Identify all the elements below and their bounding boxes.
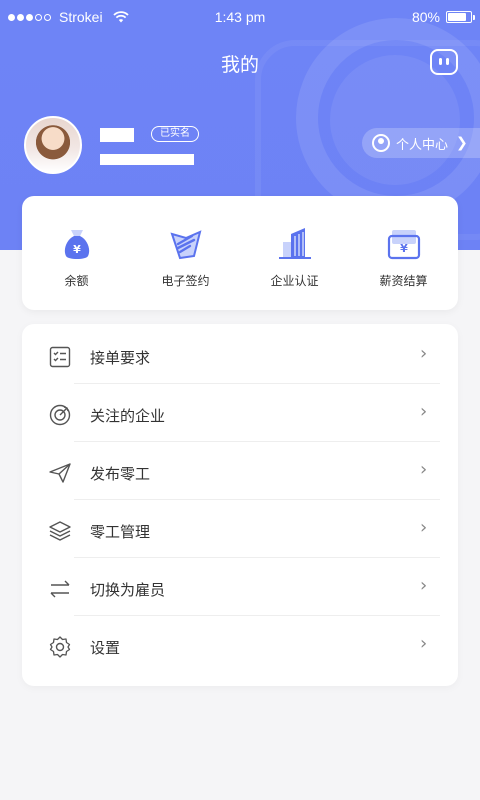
menu-item-label: 设置 bbox=[90, 639, 121, 657]
settings-icon bbox=[49, 636, 71, 658]
menu-item-followed-companies[interactable]: 关注的企业 › bbox=[22, 384, 458, 442]
quick-action-label: 电子签约 bbox=[161, 274, 210, 288]
sign-icon bbox=[169, 230, 201, 260]
chevron-right-icon: › bbox=[420, 343, 428, 364]
user-phone-redacted bbox=[100, 154, 194, 165]
quick-action-label: 企业认证 bbox=[270, 274, 319, 288]
money-bag-icon: ¥ bbox=[64, 230, 89, 259]
chevron-right-icon: ❯ bbox=[456, 135, 468, 151]
menu-list: 接单要求 › 关注的企业 › 发布零工 › 零工管理 › 切换为雇员 › 设置 … bbox=[22, 324, 458, 686]
wallet-icon: ¥ bbox=[387, 230, 420, 260]
quick-action-esign[interactable]: 电子签约 bbox=[131, 196, 240, 310]
status-bar: Strokei 1:43 pm 80% bbox=[0, 0, 480, 36]
chevron-right-icon: › bbox=[420, 401, 428, 422]
menu-item-label: 切换为雇员 bbox=[90, 581, 166, 599]
menu-item-label: 发布零工 bbox=[90, 465, 151, 483]
page-title: 我的 bbox=[220, 54, 259, 76]
swap-icon bbox=[50, 580, 70, 598]
menu-item-order-requirements[interactable]: 接单要求 › bbox=[22, 326, 458, 384]
quick-action-label: 薪资结算 bbox=[379, 274, 428, 288]
status-time: 1:43 pm bbox=[214, 9, 266, 25]
quick-action-salary[interactable]: ¥ 薪资结算 bbox=[349, 196, 458, 310]
chevron-right-icon: › bbox=[420, 517, 428, 538]
menu-item-publish-gig[interactable]: 发布零工 › bbox=[22, 442, 458, 500]
menu-item-label: 关注的企业 bbox=[90, 407, 166, 425]
send-icon bbox=[49, 463, 71, 483]
user-icon bbox=[372, 134, 390, 152]
battery-icon bbox=[446, 11, 475, 23]
building-icon bbox=[278, 228, 311, 259]
chevron-right-icon: › bbox=[420, 633, 428, 654]
menu-item-settings[interactable]: 设置 › bbox=[22, 616, 458, 674]
avatar[interactable] bbox=[24, 116, 82, 174]
target-icon bbox=[49, 404, 71, 426]
quick-action-label: 余额 bbox=[64, 274, 89, 288]
quick-actions-card: ¥ 余额 电子签约 企业认证 ¥ 薪资结算 bbox=[22, 196, 458, 310]
menu-item-label: 零工管理 bbox=[90, 523, 151, 541]
personal-center-label: 个人中心 bbox=[396, 137, 449, 153]
personal-center-button[interactable]: 个人中心 ❯ bbox=[362, 128, 480, 158]
svg-text:¥: ¥ bbox=[73, 243, 81, 256]
checklist-icon bbox=[49, 346, 71, 368]
layers-icon bbox=[49, 521, 71, 541]
verified-badge: 已实名 bbox=[151, 126, 199, 142]
chat-icon[interactable] bbox=[430, 49, 458, 75]
chevron-right-icon: › bbox=[420, 575, 428, 596]
quick-action-balance[interactable]: ¥ 余额 bbox=[22, 196, 131, 310]
battery-percent: 80% bbox=[411, 9, 440, 25]
menu-item-switch-employee[interactable]: 切换为雇员 › bbox=[22, 558, 458, 616]
chevron-right-icon: › bbox=[420, 459, 428, 480]
menu-item-gig-management[interactable]: 零工管理 › bbox=[22, 500, 458, 558]
menu-item-label: 接单要求 bbox=[90, 349, 151, 367]
quick-action-enterprise[interactable]: 企业认证 bbox=[240, 196, 349, 310]
svg-text:¥: ¥ bbox=[400, 242, 408, 255]
user-name-redacted bbox=[100, 128, 134, 142]
